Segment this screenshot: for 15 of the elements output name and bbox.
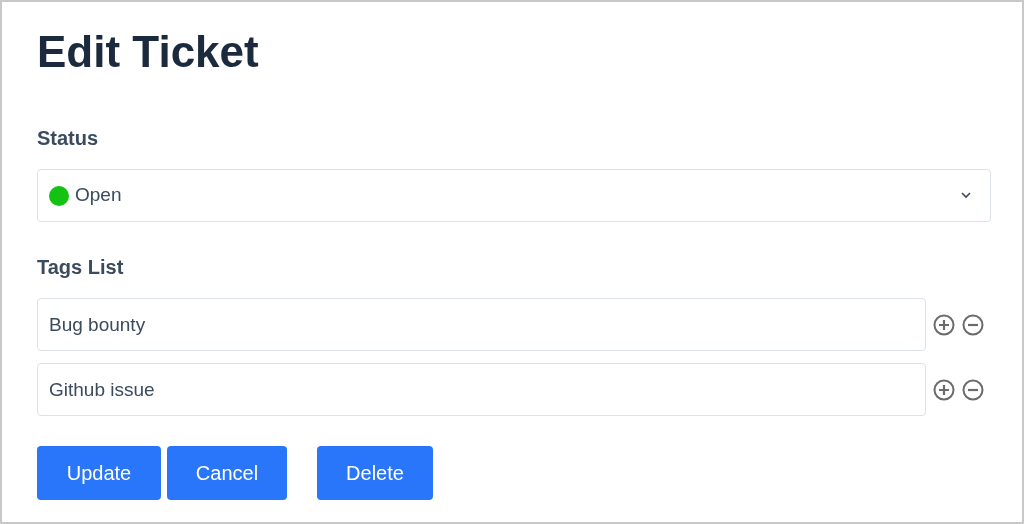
status-value: Open [75, 183, 122, 208]
action-button[interactable]: Cancel [167, 446, 287, 500]
minus-circle-icon[interactable] [962, 313, 984, 336]
plus-circle-icon[interactable] [933, 313, 955, 336]
page-title: Edit Ticket [37, 26, 259, 78]
tag-field[interactable]: Bug bounty [37, 298, 926, 351]
action-button[interactable]: Delete [317, 446, 433, 500]
status-label: Status [37, 126, 99, 151]
status-select[interactable]: Open [37, 169, 991, 222]
tag-field[interactable]: Github issue [37, 363, 926, 416]
plus-circle-icon[interactable] [933, 378, 955, 401]
action-button[interactable]: Update [37, 446, 161, 500]
tags-label: Tags List [37, 255, 124, 280]
chevron-down-icon [961, 192, 971, 199]
minus-circle-icon[interactable] [962, 378, 984, 401]
